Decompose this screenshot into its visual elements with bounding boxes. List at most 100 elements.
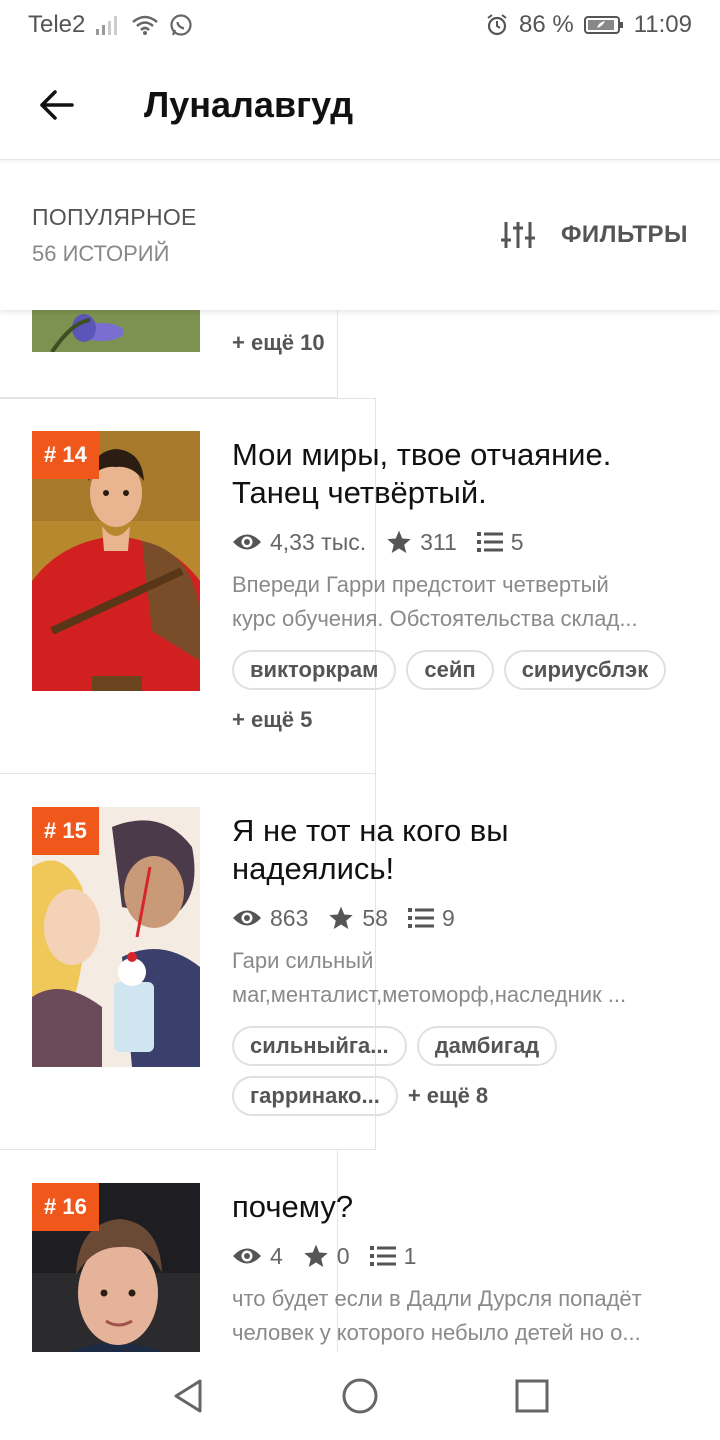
battery-icon bbox=[583, 14, 624, 36]
story-title[interactable]: почему? bbox=[232, 1188, 692, 1226]
views-count: 4,33 тыс. bbox=[270, 528, 367, 555]
story-title[interactable]: Я не тот на кого вы надеялись! bbox=[232, 812, 692, 888]
page-title: Луналавгуд bbox=[144, 83, 354, 125]
more-tags[interactable]: + ещё 10 bbox=[232, 323, 325, 363]
story-cover: # 16 bbox=[32, 1183, 200, 1352]
carrier-name: Tele2 bbox=[28, 11, 86, 38]
list-icon bbox=[476, 532, 503, 552]
tag-chip[interactable]: сейп bbox=[406, 650, 494, 690]
tag-chip[interactable]: сириусблэк bbox=[503, 650, 667, 690]
eye-icon bbox=[233, 910, 261, 926]
rank-badge: # 14 bbox=[32, 431, 99, 479]
story-stats: 4 0 1 bbox=[232, 1238, 692, 1274]
views-count: 4 bbox=[270, 1242, 283, 1269]
title-line: Я не тот на кого вы bbox=[232, 813, 509, 848]
story-title[interactable]: Мои миры, твое отчаяние. Танец четвёртый… bbox=[232, 436, 692, 512]
alarm-icon bbox=[485, 13, 509, 37]
system-nav-bar bbox=[0, 1352, 720, 1440]
tag-label: дамбигад bbox=[434, 1033, 540, 1058]
square-recents-icon bbox=[515, 1379, 549, 1413]
rank-badge: # 16 bbox=[32, 1183, 99, 1231]
story-cover: # 14 bbox=[32, 431, 200, 691]
tag-chip[interactable]: гарринако... bbox=[232, 1076, 398, 1116]
title-line: Мои миры, твое отчаяние. bbox=[232, 437, 612, 472]
stories-list[interactable]: + ещё 10 # 14 Мои миры, твое отчаяние. Т… bbox=[0, 310, 720, 1352]
story-stats: 4,33 тыс. 311 5 bbox=[232, 524, 692, 560]
story-card[interactable]: # 16 почему? 4 0 1 что будет если в Дадл… bbox=[0, 1150, 720, 1352]
desc-line: курс обучения. Обстоятельства склад... bbox=[232, 606, 638, 631]
wifi-icon bbox=[131, 14, 159, 36]
desc-line: Гари сильный bbox=[232, 948, 374, 973]
triangle-back-icon bbox=[174, 1379, 202, 1413]
filters-label: ФИЛЬТРЫ bbox=[560, 221, 688, 248]
story-description: что будет если в Дадли Дурсля попадёт че… bbox=[232, 1282, 692, 1350]
chapters-stat: 1 bbox=[369, 1242, 417, 1270]
circle-home-icon bbox=[342, 1378, 378, 1414]
nav-home-button[interactable] bbox=[330, 1366, 390, 1426]
story-card[interactable]: # 15 Я не тот на кого вы надеялись! 863 … bbox=[0, 774, 720, 1150]
eye-icon bbox=[233, 534, 261, 550]
views-count: 863 bbox=[270, 904, 309, 931]
desc-line: маг,менталист,метоморф,наследник ... bbox=[232, 982, 627, 1007]
whatsapp-icon bbox=[169, 13, 193, 37]
tag-list: викторкрам сейп сириусблэк + ещё 5 bbox=[232, 650, 692, 740]
likes-count: 311 bbox=[420, 528, 457, 555]
list-icon bbox=[407, 908, 434, 928]
nav-back-button[interactable] bbox=[158, 1366, 218, 1426]
desc-line: Впереди Гарри предстоит четвертый bbox=[232, 572, 609, 597]
nav-recents-button[interactable] bbox=[502, 1366, 562, 1426]
tag-label: сейп bbox=[424, 657, 476, 682]
battery-percent: 86 % bbox=[519, 11, 574, 38]
sort-info[interactable]: ПОПУЛЯРНОЕ 56 ИСТОРИЙ bbox=[32, 204, 197, 267]
star-icon bbox=[387, 530, 411, 554]
more-tags[interactable]: + ещё 8 bbox=[408, 1076, 488, 1116]
star-icon bbox=[329, 906, 354, 930]
story-card[interactable]: # 14 Мои миры, твое отчаяние. Танец четв… bbox=[0, 398, 720, 774]
tag-label: сильныйга... bbox=[250, 1033, 389, 1058]
chapters-stat: 5 bbox=[476, 528, 524, 556]
title-line: надеялись! bbox=[232, 851, 395, 886]
story-card-partial[interactable]: + ещё 10 bbox=[0, 310, 720, 398]
arrow-left-icon bbox=[40, 89, 74, 120]
star-icon bbox=[304, 1244, 328, 1268]
chapters-count: 5 bbox=[510, 528, 524, 555]
eye-icon bbox=[233, 1248, 261, 1264]
signal-icon bbox=[95, 14, 121, 36]
stories-count: 56 ИСТОРИЙ bbox=[32, 240, 170, 266]
story-description: Гари сильный маг,менталист,метоморф,насл… bbox=[232, 944, 692, 1012]
tag-label: викторкрам bbox=[250, 657, 379, 682]
desc-line: что будет если в Дадли Дурсля попадёт bbox=[232, 1286, 642, 1311]
views-stat: 4 bbox=[232, 1243, 283, 1270]
sort-header: ПОПУЛЯРНОЕ 56 ИСТОРИЙ ФИЛЬТРЫ bbox=[0, 160, 720, 310]
tag-label: сириусблэк bbox=[521, 657, 649, 682]
sliders-icon bbox=[500, 222, 535, 248]
app-bar: Луналавгуд bbox=[0, 50, 720, 160]
tag-chip[interactable]: викторкрам bbox=[232, 650, 397, 690]
tag-chip[interactable]: сильныйга... bbox=[232, 1026, 407, 1066]
story-cover: # 15 bbox=[32, 807, 200, 1067]
likes-count: 0 bbox=[336, 1242, 350, 1269]
tag-label: гарринако... bbox=[250, 1083, 380, 1108]
title-line: Танец четвёртый. bbox=[232, 475, 487, 510]
sort-title: ПОПУЛЯРНОЕ bbox=[32, 203, 197, 230]
views-stat: 4,33 тыс. bbox=[232, 529, 366, 556]
rank-badge: # 15 bbox=[32, 807, 99, 855]
story-cover bbox=[32, 310, 200, 352]
back-button[interactable] bbox=[28, 77, 84, 133]
chapters-count: 1 bbox=[403, 1242, 417, 1269]
views-stat: 863 bbox=[232, 905, 308, 932]
list-icon bbox=[369, 1246, 396, 1266]
likes-stat: 311 bbox=[386, 529, 457, 556]
likes-stat: 58 bbox=[328, 905, 388, 932]
desc-line: человек у которого небыло детей но о... bbox=[232, 1320, 641, 1345]
story-stats: 863 58 9 bbox=[232, 900, 692, 936]
filters-button[interactable]: ФИЛЬТРЫ bbox=[500, 220, 688, 250]
title-line: почему? bbox=[232, 1189, 354, 1224]
likes-stat: 0 bbox=[303, 1243, 350, 1270]
chapters-count: 9 bbox=[441, 904, 455, 931]
likes-count: 58 bbox=[362, 904, 388, 931]
chapters-stat: 9 bbox=[407, 904, 455, 932]
tag-chip[interactable]: дамбигад bbox=[416, 1026, 558, 1066]
status-bar: Tele2 86 % 11:09 bbox=[0, 0, 720, 50]
more-tags[interactable]: + ещё 5 bbox=[232, 700, 312, 740]
